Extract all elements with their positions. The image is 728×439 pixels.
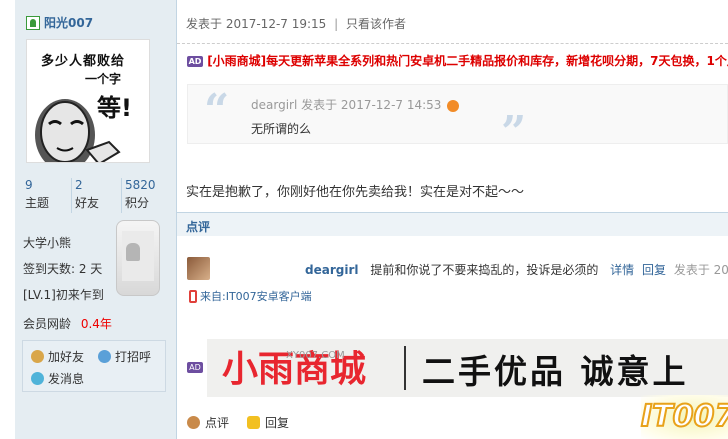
avatar[interactable]: 多少人都败给 一个字 等! <box>26 39 150 163</box>
user-actions: 加好友 打招呼 发消息 <box>22 340 166 392</box>
rate-button[interactable]: 点评 <box>187 414 229 431</box>
banner-slogan: 二手优品 诚意上 <box>422 352 689 391</box>
member-age-value: 0.4年 <box>80 317 112 331</box>
stat-value[interactable]: 2 <box>75 178 121 193</box>
avatar-caption-2: 一个字 <box>85 72 122 86</box>
reply-icon <box>247 416 260 429</box>
client-source[interactable]: 来自:IT007安卓客户端 <box>189 288 312 304</box>
comment-text: 提前和你说了不要来捣乱的，投诉是必须的 <box>370 263 599 277</box>
greet-label[interactable]: 打招呼 <box>115 348 151 365</box>
comments-header-label: 点评 <box>186 220 211 234</box>
quote-block: “ ” deargirl 发表于 2017-12-7 14:53 无所谓的么 <box>187 84 728 155</box>
quote-author-text: deargirl 发表于 2017-12-7 14:53 <box>251 98 442 112</box>
member-age: 会员网龄 0.4年 <box>23 315 112 332</box>
comment-detail-link[interactable]: 详情 <box>610 263 634 277</box>
message-label[interactable]: 发消息 <box>48 370 84 387</box>
message-icon <box>31 372 44 385</box>
avatar-caption-3: 等! <box>97 94 132 122</box>
member-age-label: 会员网龄 <box>23 317 72 331</box>
quote-text: 无所谓的么 <box>251 122 312 136</box>
stat-label: 积分 <box>125 196 150 210</box>
comments-header: 点评 <box>177 212 728 236</box>
user-stats: 9 主题 2 好友 5820 积分 <box>22 178 172 213</box>
quote-author: deargirl 发表于 2017-12-7 14:53 <box>251 96 460 113</box>
ad-badge: AD <box>187 56 203 67</box>
ad-text-line[interactable]: AD [小雨商城]每天更新苹果全系列和热门安卓机二手精品报价和库存，新增花呗分期… <box>187 52 728 69</box>
quote-open-icon: “ <box>204 85 230 136</box>
only-author-link[interactable]: 只看该作者 <box>346 17 406 31</box>
add-friend-button[interactable]: 加好友 <box>31 348 84 365</box>
comment-line: deargirl 提前和你说了不要来捣乱的，投诉是必须的 详情 回复 发表于 2… <box>305 261 728 278</box>
comment-reply-link[interactable]: 回复 <box>642 263 666 277</box>
stat-threads[interactable]: 9 主题 <box>22 178 72 213</box>
post-header: 发表于 2017-12-7 19:15 | 只看该作者 <box>177 0 728 44</box>
mobile-icon <box>189 289 197 303</box>
ad-banner[interactable]: 小雨商城 XY007.COM 二手优品 诚意上 <box>207 339 728 397</box>
stat-points[interactable]: 5820 积分 <box>122 178 172 213</box>
rate-icon <box>187 416 200 429</box>
user-sidebar: 阳光007 多少人都败给 一个字 等! 9 主题 2 好友 5820 积分 大学… <box>15 0 177 439</box>
stat-friends[interactable]: 2 好友 <box>72 178 122 213</box>
post-body: 实在是抱歉了，你刚好他在你先卖给我！实在是对不起～～ <box>186 185 525 200</box>
post-content: 发表于 2017-12-7 19:15 | 只看该作者 AD [小雨商城]每天更… <box>177 0 728 439</box>
comment-avatar[interactable] <box>187 257 210 280</box>
username[interactable]: 阳光007 <box>44 14 93 31</box>
stat-label: 好友 <box>75 196 100 210</box>
online-user-icon <box>26 15 40 30</box>
separator: | <box>334 17 339 31</box>
stat-label: 主题 <box>25 196 50 210</box>
comment-time: 发表于 2017-1 <box>673 263 728 277</box>
banner-logo-site: XY007.COM <box>286 350 345 361</box>
banner-ad-badge: AD <box>187 362 203 373</box>
user-title: 大学小熊 <box>23 236 72 250</box>
client-source-text[interactable]: 来自:IT007安卓客户端 <box>200 288 312 304</box>
stat-value[interactable]: 9 <box>25 178 71 193</box>
post-meta: 发表于 2017-12-7 19:15 | 只看该作者 <box>186 15 406 32</box>
quote-close-icon: ” <box>501 107 527 158</box>
add-friend-label[interactable]: 加好友 <box>48 348 84 365</box>
avatar-caption-1: 多少人都败给 <box>41 54 126 69</box>
message-button[interactable]: 发消息 <box>31 370 84 387</box>
android-phone-icon <box>116 220 160 296</box>
checkin-days: 签到天数: 2 天 <box>23 262 103 276</box>
banner-divider <box>404 346 406 390</box>
reply-label[interactable]: 回复 <box>265 414 289 431</box>
user-level[interactable]: [LV.1]初来乍到 <box>23 286 104 303</box>
greet-icon <box>98 350 111 363</box>
reply-button[interactable]: 回复 <box>247 414 289 431</box>
add-friend-icon <box>31 350 44 363</box>
it007-watermark-logo: IT007 <box>640 395 728 439</box>
stat-value[interactable]: 5820 <box>125 178 172 193</box>
jump-to-post-icon[interactable] <box>447 99 460 112</box>
greet-button[interactable]: 打招呼 <box>98 348 151 365</box>
post-time: 发表于 2017-12-7 19:15 <box>186 17 327 31</box>
ad-text[interactable]: [小雨商城]每天更新苹果全系列和热门安卓机二手精品报价和库存，新增花呗分期，7天… <box>207 54 728 68</box>
banner-logo: 小雨商城 XY007.COM <box>222 348 382 390</box>
username-link[interactable]: 阳光007 <box>26 14 93 31</box>
rate-label[interactable]: 点评 <box>205 414 229 431</box>
comment-user[interactable]: deargirl <box>305 263 358 277</box>
